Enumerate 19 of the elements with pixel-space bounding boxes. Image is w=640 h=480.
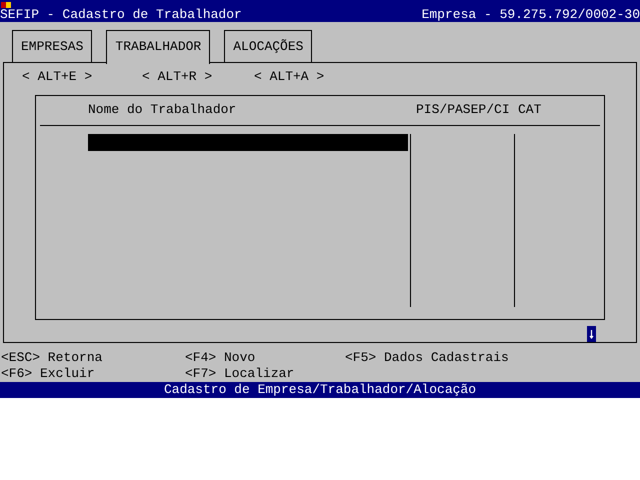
app-icon bbox=[1, 2, 11, 8]
tab[interactable]: TRABALHADOR bbox=[106, 30, 210, 64]
company-label: Empresa - 59.275.792/0002-30 bbox=[422, 8, 640, 22]
column-header: Nome do Trabalhador bbox=[88, 102, 236, 117]
key-hint: <F6> Excluir bbox=[1, 366, 96, 382]
scroll-down-icon[interactable] bbox=[587, 326, 596, 342]
key-hint: <ESC> Retorna bbox=[1, 350, 104, 366]
shortcut-label: < ALT+A > bbox=[254, 69, 324, 84]
window-title: SEFIP - Cadastro de Trabalhador bbox=[0, 8, 242, 22]
status-bar: Cadastro de Empresa/Trabalhador/Alocação bbox=[0, 382, 640, 398]
column-header: CAT bbox=[518, 102, 542, 117]
shortcut-label: < ALT+R > bbox=[142, 69, 212, 84]
tab[interactable]: EMPRESAS bbox=[12, 30, 92, 63]
key-hint: <F5> Dados Cadastrais bbox=[345, 350, 510, 366]
shortcut-label: < ALT+E > bbox=[22, 69, 92, 84]
key-hint: <F7> Localizar bbox=[185, 366, 296, 382]
column-header: PIS/PASEP/CI bbox=[416, 102, 510, 117]
tab[interactable]: ALOCAÇÕES bbox=[224, 30, 312, 63]
key-hint: <F4> Novo bbox=[185, 350, 256, 366]
